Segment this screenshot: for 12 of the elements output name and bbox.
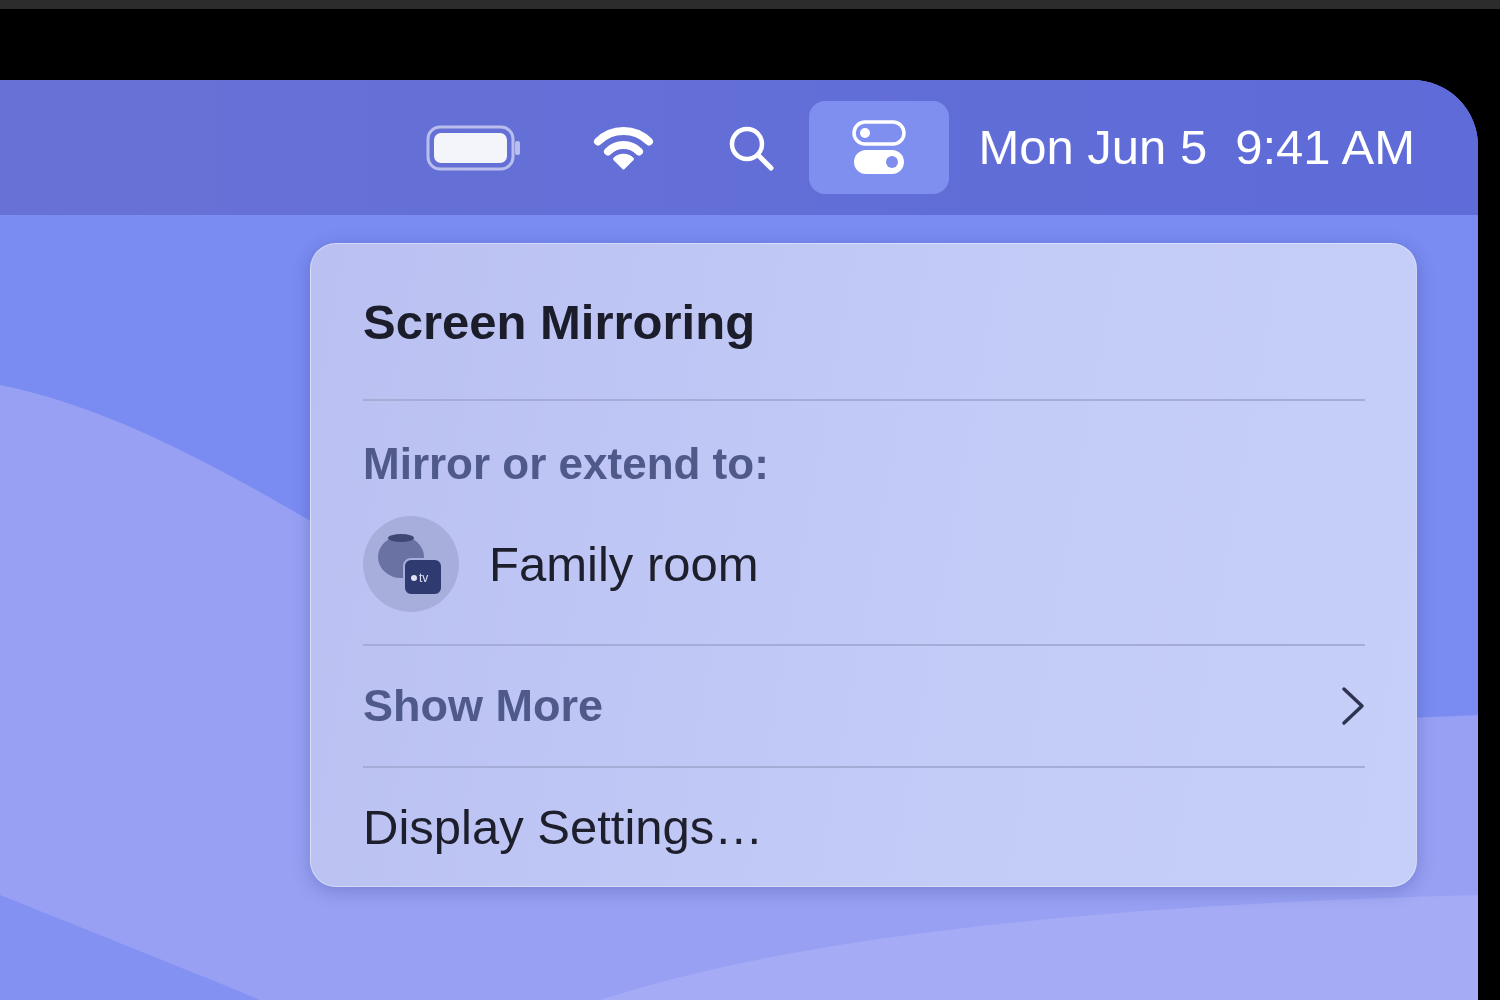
menu-title: Screen Mirroring: [363, 293, 756, 350]
battery-icon: [425, 123, 521, 172]
device-item[interactable]: tv Family room: [363, 516, 759, 613]
menu-bar-date[interactable]: Mon Jun 5: [978, 123, 1208, 172]
toggles-icon: [852, 119, 907, 176]
chevron-right-icon: [1341, 686, 1365, 727]
menu-bar-time[interactable]: 9:41 AM: [1235, 123, 1415, 172]
show-more-button[interactable]: Show More: [363, 646, 1365, 767]
control-center-button[interactable]: [809, 101, 950, 194]
tv-device-icon: tv: [363, 516, 459, 613]
display-settings-item[interactable]: Display Settings…: [363, 768, 764, 886]
section-label: Mirror or extend to:: [363, 442, 769, 487]
